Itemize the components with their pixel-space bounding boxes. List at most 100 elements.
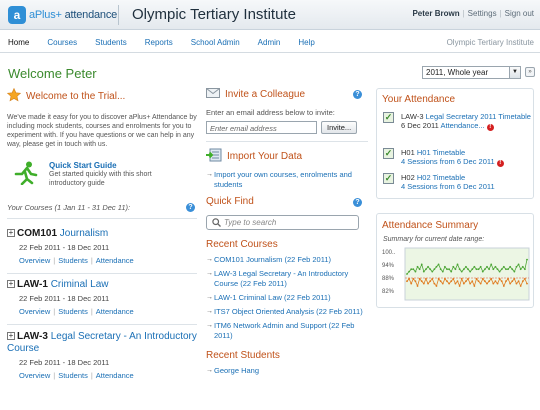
data-point [427, 265, 429, 268]
page-title: Welcome Peter [8, 66, 97, 81]
data-point [479, 265, 482, 268]
data-point [526, 258, 528, 261]
data-point [437, 263, 440, 266]
students-link[interactable]: Students [58, 307, 88, 316]
data-point [408, 270, 411, 273]
quick-start-link[interactable]: Quick Start Guide [49, 161, 189, 170]
expand-toggle-icon[interactable]: + [7, 280, 15, 288]
data-point [513, 277, 516, 280]
help-icon[interactable]: ? [353, 90, 362, 99]
data-point [462, 282, 465, 285]
attendance-item[interactable]: ✓ LAW-3 Legal Secretary 2011 Timetable 6… [383, 112, 533, 131]
expand-toggle-icon[interactable]: + [7, 229, 15, 237]
timetable-link[interactable]: H01 Timetable [417, 148, 465, 157]
course-code: LAW-3 [17, 331, 48, 342]
nav-school-admin[interactable]: School Admin [191, 38, 240, 47]
import-link[interactable]: Import your own courses, enrolments and … [206, 170, 361, 190]
data-point [412, 277, 415, 280]
data-point [462, 268, 465, 271]
nav-reports[interactable]: Reports [145, 38, 173, 47]
expand-toggle-icon[interactable]: + [7, 332, 15, 340]
students-link[interactable]: Students [58, 256, 88, 265]
data-point [475, 277, 478, 280]
data-point [439, 280, 442, 283]
data-point [523, 277, 526, 280]
attendance-item[interactable]: ✓ H01 H01 Timetable 4 Sessions from 6 De… [383, 148, 533, 167]
recent-course-link[interactable]: LAW-1 Criminal Law (22 Feb 2011) [206, 293, 368, 303]
data-point [473, 265, 476, 268]
recent-course-link[interactable]: ITM6 Network Admin and Support (22 Feb 2… [206, 321, 368, 341]
attendance-link[interactable]: Attendance [96, 371, 134, 380]
help-icon[interactable]: ? [186, 203, 195, 212]
attendance-link[interactable]: Attendance [96, 307, 134, 316]
quick-find-search[interactable]: Type to search [206, 215, 359, 230]
course-name-link[interactable]: Journalism [60, 228, 108, 239]
timetable-link[interactable]: H02 Timetable [417, 173, 465, 182]
data-point [422, 282, 425, 285]
attendance-detail-link[interactable]: 4 Sessions from 6 Dec 2011 [401, 157, 495, 166]
data-point [494, 265, 497, 268]
attendance-detail-link[interactable]: Attendance... [440, 121, 484, 130]
nav-admin[interactable]: Admin [258, 38, 281, 47]
recent-courses-title: Recent Courses [206, 239, 278, 250]
data-point [460, 270, 463, 273]
course-item: + LAW-3 Legal Secretary - An Introductory… [7, 331, 197, 380]
recent-course-link[interactable]: LAW-3 Legal Secretary - An Introductory … [206, 269, 368, 289]
data-point [418, 277, 421, 280]
data-point [446, 268, 448, 271]
expand-icon[interactable]: » [525, 67, 535, 77]
data-point [454, 282, 457, 285]
data-point [479, 282, 482, 285]
settings-link[interactable]: Settings [468, 9, 497, 18]
overview-link[interactable]: Overview [19, 371, 50, 380]
invite-heading: Invite a Colleague [206, 88, 368, 101]
signout-link[interactable]: Sign out [505, 9, 534, 18]
year-select-value: 2011, Whole year [426, 68, 489, 77]
year-select[interactable]: 2011, Whole year ▼ [422, 66, 521, 79]
y-tick-label: 88% [382, 276, 395, 282]
nav-courses[interactable]: Courses [47, 38, 77, 47]
data-point [505, 268, 507, 271]
help-icon[interactable]: ? [353, 198, 362, 207]
data-point [443, 277, 446, 280]
top-bar: a aPlus+ attendance Olympic Tertiary Ins… [0, 0, 540, 30]
students-link[interactable]: Students [58, 371, 88, 380]
nav-help[interactable]: Help [298, 38, 314, 47]
user-name: Peter Brown [412, 9, 460, 18]
timetable-link[interactable]: Legal Secretary 2011 Timetable [426, 112, 531, 121]
data-point [406, 280, 408, 283]
attendance-link[interactable]: Attendance [96, 256, 134, 265]
attendance-item[interactable]: ✓ H02 H02 Timetable 4 Sessions from 6 De… [383, 173, 533, 191]
data-point [502, 285, 505, 287]
chevron-down-icon[interactable]: ▼ [509, 67, 520, 78]
overview-link[interactable]: Overview [19, 256, 50, 265]
attendance-code: H01 [401, 148, 415, 157]
nav-students[interactable]: Students [95, 38, 127, 47]
quick-find-title: Quick Find [206, 196, 254, 207]
data-point [486, 265, 488, 268]
checkmark-icon: ✓ [383, 173, 394, 184]
recent-course-link[interactable]: ITS7 Object Oriented Analysis (22 Feb 20… [206, 307, 368, 317]
attendance-detail-link[interactable]: 4 Sessions from 6 Dec 2011 [401, 182, 495, 191]
course-code: COM101 [17, 228, 58, 239]
logo-text-attendance: attendance [64, 9, 118, 21]
recent-students-title: Recent Students [206, 350, 280, 361]
invite-email-field[interactable]: Enter email address [206, 121, 317, 134]
nav-home[interactable]: Home [8, 38, 29, 47]
app-logo[interactable]: a aPlus+ attendance [8, 6, 117, 24]
overview-link[interactable]: Overview [19, 307, 50, 316]
data-point [511, 280, 514, 283]
invite-button[interactable]: Invite... [321, 121, 358, 134]
data-point [465, 280, 467, 283]
recent-course-link[interactable]: COM101 Journalism (22 Feb 2011) [206, 255, 368, 265]
recent-student-link[interactable]: George Hang [206, 366, 368, 376]
course-name-link[interactable]: Criminal Law [51, 279, 109, 290]
course-dates: 22 Feb 2011 - 18 Dec 2011 [19, 294, 110, 303]
right-column: Your Attendance ✓ LAW-3 Legal Secretary … [376, 88, 534, 308]
course-item: + COM101 Journalism 22 Feb 2011 - 18 Dec … [7, 228, 197, 274]
data-point [431, 270, 434, 273]
data-point [490, 277, 493, 280]
data-point [448, 282, 451, 285]
attendance-summary-chart: 100.. 94% 88% 82% [382, 247, 530, 301]
data-point [433, 268, 436, 271]
